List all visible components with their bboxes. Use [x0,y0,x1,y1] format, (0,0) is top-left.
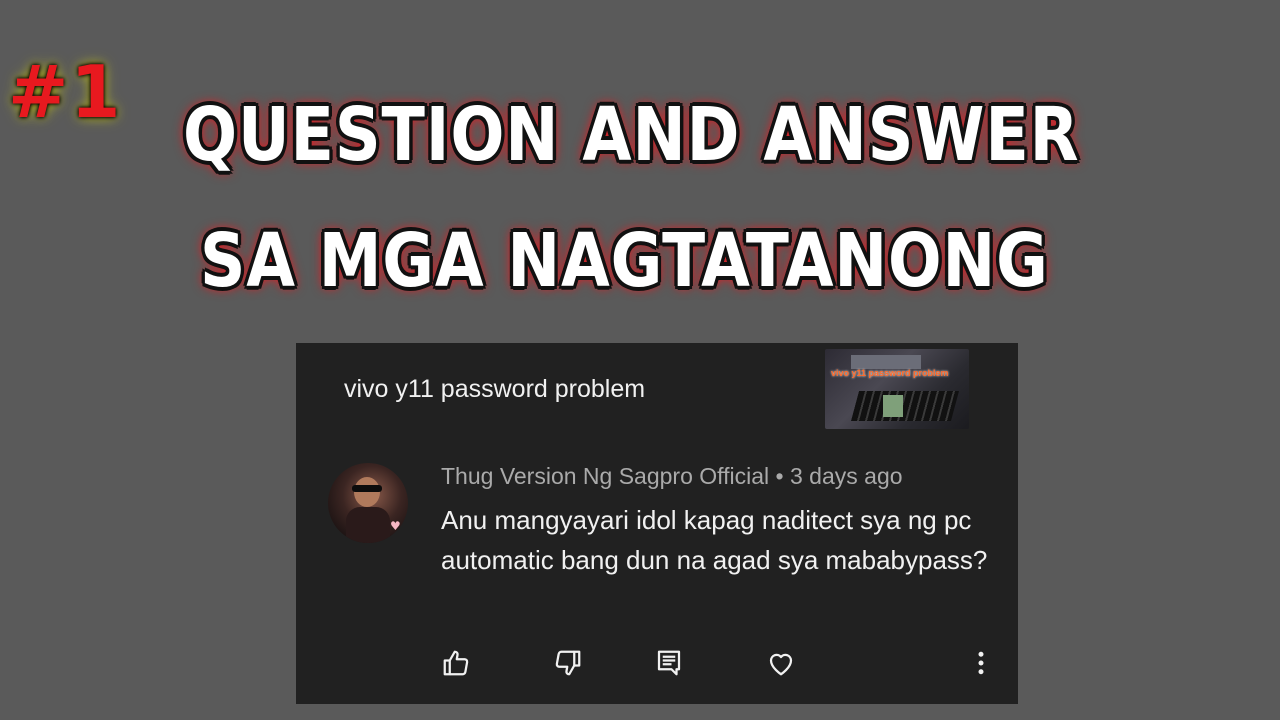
comment-card: vivo y11 password problem vivo y11 passw… [296,343,1018,704]
avatar-body [346,507,390,543]
thumbs-up-icon [443,650,469,676]
thumbnail-phone [883,395,903,417]
comment-author[interactable]: Thug Version Ng Sagpro Official [441,463,769,489]
headline-line-1: QUESTION AND ANSWER [183,92,1080,178]
heart-icon [769,653,793,676]
more-options-button[interactable] [961,645,1001,681]
thumbnail-screen [851,355,921,369]
heart-button[interactable] [761,645,801,681]
comment-time: 3 days ago [790,463,903,489]
video-thumbnail[interactable]: vivo y11 password problem [825,349,969,429]
avatar-face [354,477,380,507]
episode-number-badge: #1 [8,50,123,134]
reply-icon [657,650,681,676]
avatar-glasses [352,485,382,492]
avatar-heart-icon: ♥ [390,519,401,533]
dislike-button[interactable] [548,645,588,681]
video-title[interactable]: vivo y11 password problem [344,375,645,404]
thumbnail-caption: vivo y11 password problem [831,368,949,378]
comment-meta: Thug Version Ng Sagpro Official • 3 days… [441,463,903,490]
thumbnail-keyboard [850,391,960,421]
reply-button[interactable] [649,645,689,681]
more-vert-icon [978,651,984,675]
headline-line-2: SA MGA NAGTATANONG [200,218,1049,304]
thumbs-down-icon [555,650,581,676]
meta-separator: • [769,463,790,489]
like-button[interactable] [436,645,476,681]
avatar[interactable]: ♥ [328,463,408,543]
comment-text: Anu mangyayari idol kapag naditect sya n… [441,505,988,575]
